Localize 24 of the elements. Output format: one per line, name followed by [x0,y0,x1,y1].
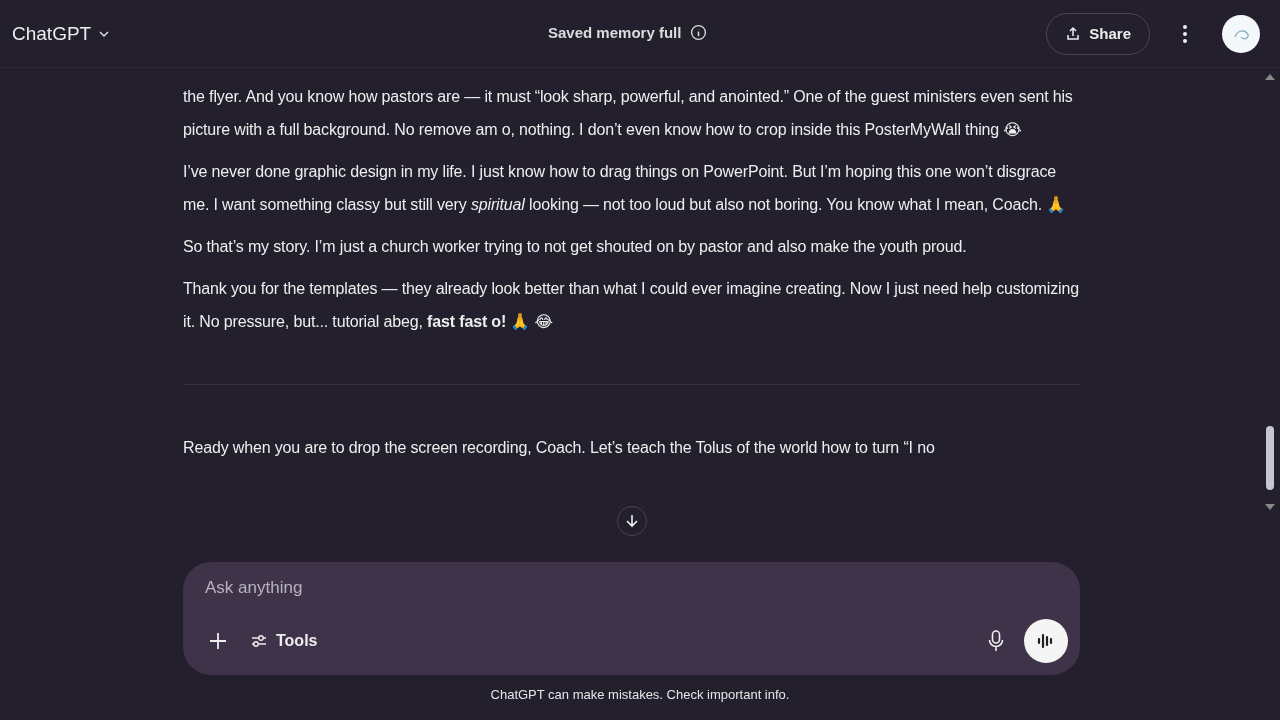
scrollbar[interactable] [1264,74,1276,510]
sliders-icon [250,632,268,650]
voice-mode-button[interactable] [1024,619,1068,663]
plus-icon[interactable] [208,631,228,651]
message-paragraph: I’ve never done graphic design in my life. I just know how to drag things on PowerPoint. But I’m hoping this one won’t disgrace me. I want something classy but still very spiritual looking — not too loud but also not boring. You know what I mean, Coach. 🙏 [183,162,1068,215]
message-paragraph: So that’s my story. I’m just a church worker trying to not get shouted on by pastor and also make the youth proud. [183,237,968,257]
message-paragraph: Thank you for the templates — they already look better than what I could ever imagine creating. Now I just need help customizing it. No pressure, but... tutorial abeg, fast fast o! 🙏 😂 [183,279,1080,332]
scroll-up-icon[interactable] [1265,74,1275,80]
ask-input-field[interactable]: Ask anything [205,576,1068,600]
message-paragraph: Ready when you are to drop the screen recording, Coach. Let’s teach the Tolus of the world how to turn “I no [183,438,936,458]
microphone-icon[interactable] [988,630,1004,652]
message-paragraph: the flyer. And you know how pastors are — it must “look sharp, powerful, and anointed.” One of the guest ministers even sent his picture with a full background. No remove am o, nothing. I don’t even know how to crop inside this PosterMyWall thing 😭 [183,87,1074,140]
disclaimer-text: ChatGPT can make mistakes. Check important info. [489,687,791,702]
memory-notice: Saved memory full [548,24,682,41]
share-icon [1065,25,1082,42]
scroll-down-icon[interactable] [1265,504,1275,510]
tools-button[interactable]: Tools [250,632,318,650]
info-icon[interactable] [690,24,708,41]
more-options-icon[interactable] [1182,23,1188,44]
avatar[interactable] [1222,14,1260,53]
scroll-down-button[interactable] [617,506,647,536]
model-menu[interactable]: ChatGPT [12,22,112,45]
scrollbar-thumb[interactable] [1266,426,1274,490]
arrow-down-icon [624,513,640,529]
